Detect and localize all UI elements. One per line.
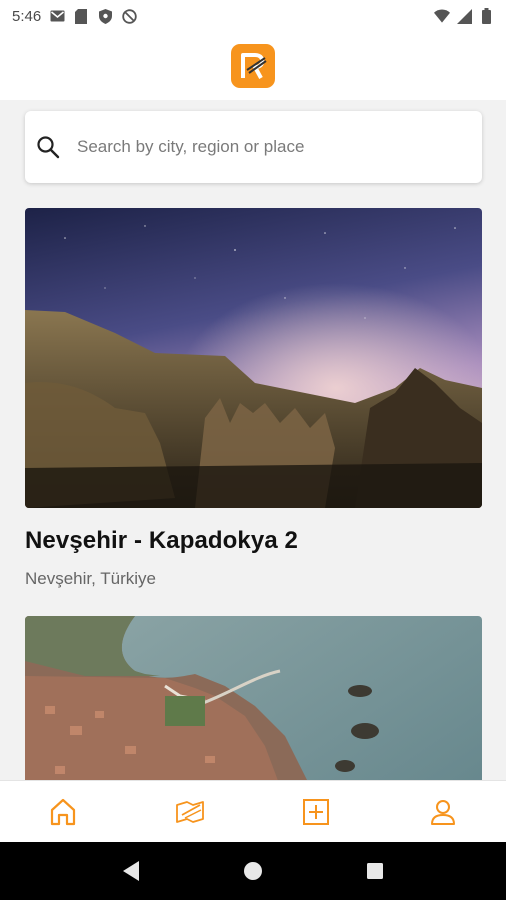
shield-icon xyxy=(97,8,113,24)
status-right xyxy=(434,8,494,24)
sd-card-icon xyxy=(73,8,89,24)
card-title[interactable]: Nevşehir - Kapadokya 2 xyxy=(25,527,482,555)
signal-icon xyxy=(456,8,472,24)
nav-add[interactable] xyxy=(286,787,346,837)
status-time: 5:46 xyxy=(12,7,42,25)
cappadocia-night-photo[interactable] xyxy=(25,208,482,508)
home-circle-icon xyxy=(244,862,262,880)
place-card[interactable] xyxy=(25,616,482,780)
map-pin-icon xyxy=(175,800,204,823)
nav-map[interactable] xyxy=(160,787,220,837)
card-subtitle: Nevşehir, Türkiye xyxy=(25,569,157,588)
status-left: 5:46 xyxy=(12,8,137,25)
search-bar[interactable] xyxy=(25,111,482,183)
wifi-icon xyxy=(434,8,450,24)
back-icon xyxy=(123,861,139,881)
search-input[interactable] xyxy=(77,137,437,157)
app-logo-icon xyxy=(231,44,275,88)
system-nav-bar xyxy=(0,842,506,900)
recents-icon xyxy=(367,863,383,879)
add-icon xyxy=(303,798,330,825)
home-icon xyxy=(51,798,76,825)
nav-profile[interactable] xyxy=(413,787,473,837)
content-scroll[interactable]: Nevşehir - Kapadokya 2 Nevşehir, Türkiye xyxy=(0,100,506,780)
home-button[interactable] xyxy=(233,851,273,891)
status-bar: 5:46 xyxy=(0,0,506,32)
back-button[interactable] xyxy=(111,851,151,891)
profile-icon xyxy=(430,799,455,825)
battery-icon xyxy=(478,8,494,24)
at-sign-icon xyxy=(121,8,137,24)
app-header xyxy=(0,32,506,100)
bottom-nav xyxy=(0,780,506,842)
search-icon xyxy=(35,134,61,160)
nav-home[interactable] xyxy=(33,787,93,837)
gmail-icon xyxy=(49,8,65,24)
place-card[interactable]: Nevşehir - Kapadokya 2 Nevşehir, Türkiye xyxy=(25,208,482,589)
coastal-town-aerial-photo[interactable] xyxy=(25,616,482,780)
recents-button[interactable] xyxy=(355,851,395,891)
